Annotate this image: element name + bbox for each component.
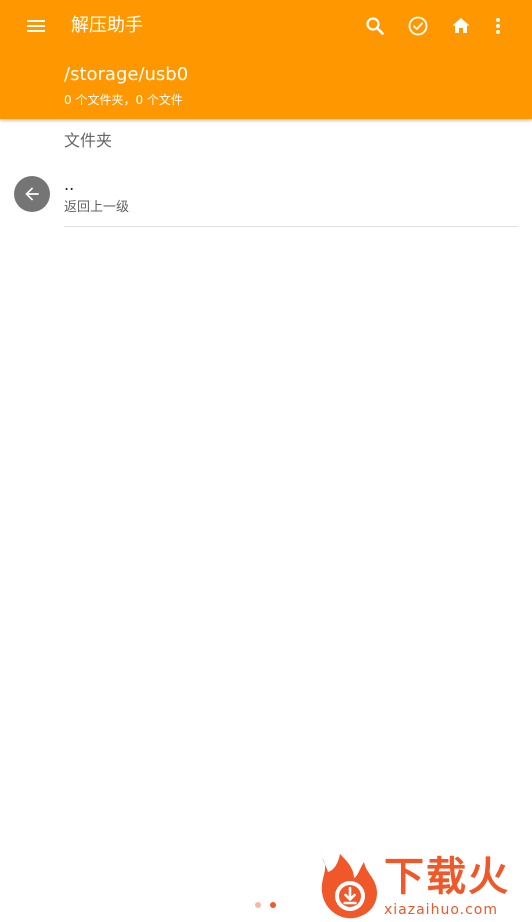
item-counts: 0 个文件夹，0 个文件 <box>64 93 183 107</box>
search-button[interactable] <box>355 6 395 46</box>
home-button[interactable] <box>441 6 481 46</box>
search-icon <box>366 17 384 35</box>
parent-folder-avatar <box>14 176 50 212</box>
check-circle-icon <box>408 16 428 36</box>
app-title: 解压助手 <box>71 15 143 36</box>
current-path: /storage/usb0 <box>64 64 189 85</box>
list-item-name: .. <box>64 175 75 194</box>
watermark-url: xiazaihuo.com <box>384 902 498 918</box>
menu-icon <box>27 20 45 32</box>
watermark-brand: 下载火 <box>384 854 510 900</box>
watermark-logo: 下载火 xiazaihuo.com <box>314 852 532 922</box>
arrow-back-icon <box>25 187 39 201</box>
menu-button[interactable] <box>16 6 56 46</box>
flame-logo-icon <box>321 854 378 919</box>
more-options-button[interactable] <box>478 6 518 46</box>
toolbar: 解压助手 <box>0 0 532 52</box>
home-icon <box>452 18 470 33</box>
page-dot-active <box>270 902 276 908</box>
page-dot-inactive <box>255 902 261 908</box>
more-vert-icon <box>496 18 500 34</box>
app-root: 解压助手 /storage/usb0 0 个文件夹，0 个文件 文件夹 .. 返… <box>0 0 532 922</box>
section-header-folders: 文件夹 <box>64 131 113 150</box>
divider <box>64 226 518 227</box>
app-bar: 解压助手 /storage/usb0 0 个文件夹，0 个文件 <box>0 0 532 119</box>
list-item-parent-directory[interactable]: .. 返回上一级 <box>0 162 532 227</box>
list-item-subtitle: 返回上一级 <box>64 200 130 215</box>
select-all-button[interactable] <box>398 6 438 46</box>
